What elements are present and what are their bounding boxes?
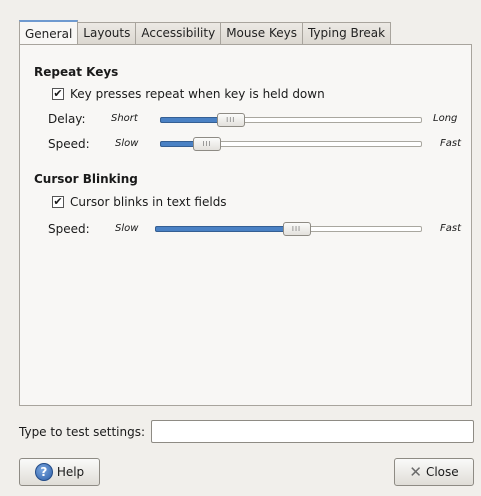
general-tab-panel: Repeat Keys ✔ Key presses repeat when ke…: [19, 44, 472, 406]
cursor-blinks-checkbox[interactable]: ✔: [52, 196, 64, 208]
repeat-keys-checkbox-label: Key presses repeat when key is held down: [70, 87, 325, 101]
close-icon: ✕: [409, 463, 422, 481]
help-icon: ?: [34, 463, 53, 481]
delay-slider[interactable]: III: [160, 113, 422, 127]
tab-general[interactable]: General: [19, 20, 79, 44]
cursor-blinking-heading: Cursor Blinking: [34, 172, 138, 186]
tab-accessibility[interactable]: Accessibility: [136, 22, 222, 44]
blink-speed-min-label: Slow: [115, 223, 139, 234]
repeat-speed-min-label: Slow: [115, 138, 139, 149]
checkmark-icon: ✔: [53, 195, 63, 208]
delay-max-label: Long: [433, 113, 458, 124]
cursor-blinks-row[interactable]: ✔ Cursor blinks in text fields: [52, 195, 227, 209]
tab-mouse-keys[interactable]: Mouse Keys: [221, 22, 303, 44]
cursor-blinks-checkbox-label: Cursor blinks in text fields: [70, 195, 227, 209]
tab-bar: General Layouts Accessibility Mouse Keys…: [19, 20, 392, 44]
test-settings-input[interactable]: [151, 420, 474, 443]
slider-thumb[interactable]: III: [282, 222, 311, 236]
checkmark-icon: ✔: [53, 87, 63, 100]
blink-speed-slider[interactable]: III: [155, 222, 422, 236]
blink-speed-max-label: Fast: [440, 223, 462, 234]
blink-speed-label: Speed:: [48, 222, 90, 236]
repeat-speed-max-label: Fast: [440, 138, 462, 149]
close-button[interactable]: ✕ Close: [394, 458, 474, 486]
tab-layouts[interactable]: Layouts: [78, 22, 137, 44]
delay-min-label: Short: [111, 113, 138, 124]
slider-fill: [155, 226, 297, 232]
help-button[interactable]: ? Help: [19, 458, 100, 486]
close-button-label: Close: [425, 465, 459, 479]
tab-typing-break[interactable]: Typing Break: [302, 22, 392, 44]
repeat-speed-label: Speed:: [48, 137, 90, 151]
repeat-speed-slider[interactable]: III: [160, 137, 422, 151]
slider-thumb[interactable]: III: [193, 137, 222, 151]
delay-label: Delay:: [48, 112, 86, 126]
repeat-keys-heading: Repeat Keys: [34, 65, 119, 79]
repeat-keys-row[interactable]: ✔ Key presses repeat when key is held do…: [52, 87, 325, 101]
repeat-keys-checkbox[interactable]: ✔: [52, 88, 64, 100]
help-button-label: Help: [56, 465, 85, 479]
slider-thumb[interactable]: III: [216, 113, 245, 127]
test-settings-label: Type to test settings:: [19, 425, 145, 439]
